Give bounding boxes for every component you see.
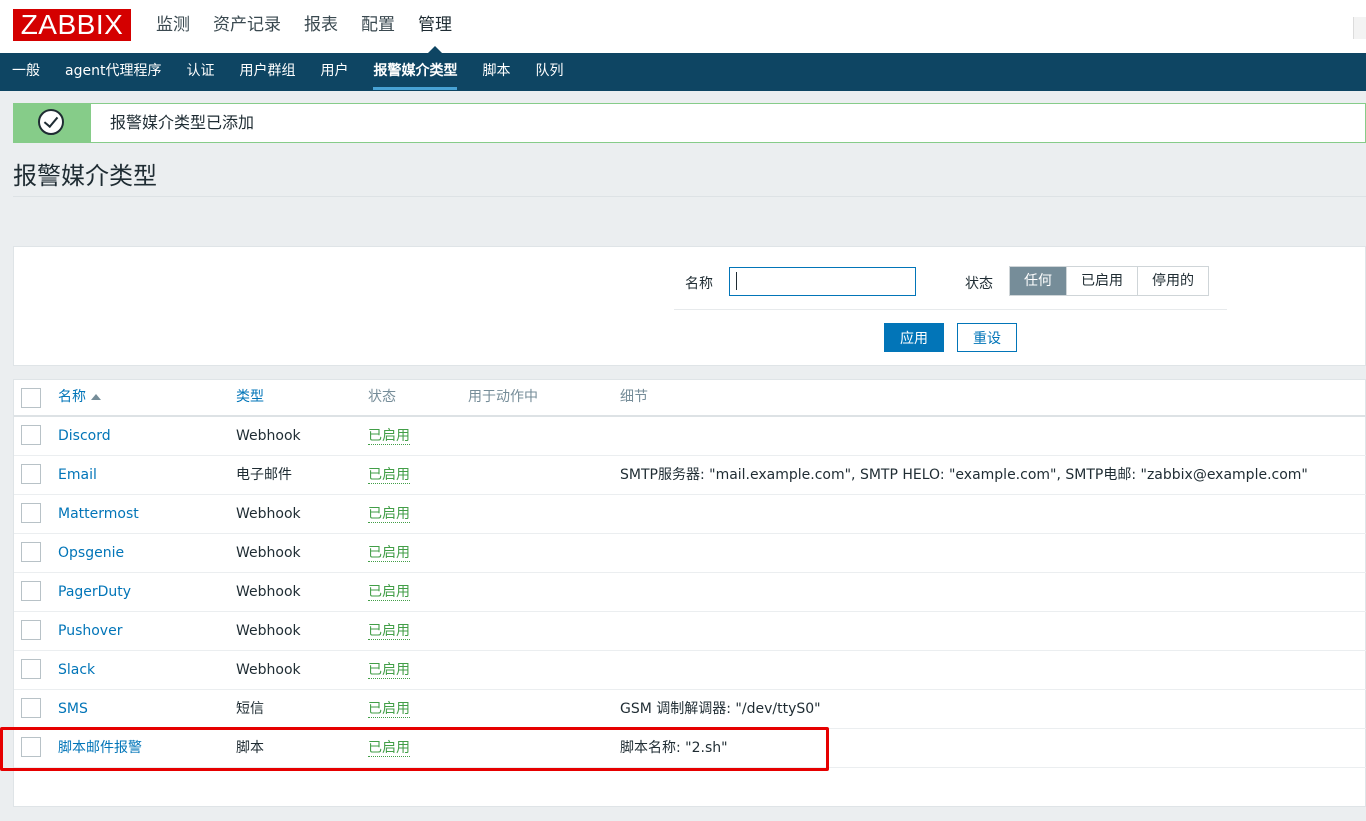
- media-type-type: Webhook: [236, 545, 301, 561]
- status-toggle[interactable]: 已启用: [368, 545, 410, 562]
- title-divider: [13, 196, 1366, 197]
- main-nav-configuration[interactable]: 配置: [361, 0, 395, 53]
- sort-asc-icon: [91, 394, 101, 400]
- header-name-label: 名称: [58, 389, 86, 405]
- row-checkbox[interactable]: [21, 698, 41, 718]
- status-toggle[interactable]: 已启用: [368, 506, 410, 523]
- row-checkbox[interactable]: [21, 620, 41, 640]
- filter-panel: 名称 状态 任何 已启用 停用的 应用 重设: [13, 246, 1366, 366]
- page-title: 报警媒介类型: [13, 162, 157, 190]
- filter-divider: [674, 309, 1227, 310]
- status-filter-label: 状态: [965, 276, 993, 292]
- status-option-any[interactable]: 任何: [1010, 267, 1066, 295]
- table-row: Mattermost Webhook 已启用: [14, 495, 1366, 534]
- table-row: Pushover Webhook 已启用: [14, 612, 1366, 651]
- check-icon: [38, 109, 64, 135]
- status-toggle[interactable]: 已启用: [368, 467, 410, 484]
- status-option-enabled[interactable]: 已启用: [1066, 267, 1137, 295]
- status-toggle[interactable]: 已启用: [368, 662, 410, 679]
- top-header: ZABBIX 监测 资产记录 报表 配置 管理: [0, 0, 1366, 53]
- zabbix-logo[interactable]: ZABBIX: [13, 9, 131, 41]
- reset-button[interactable]: 重设: [957, 323, 1017, 352]
- main-nav-monitoring[interactable]: 监测: [156, 0, 190, 53]
- media-type-type: Webhook: [236, 506, 301, 522]
- media-type-name-link[interactable]: Discord: [58, 417, 111, 455]
- main-nav-administration[interactable]: 管理: [418, 0, 452, 53]
- row-checkbox[interactable]: [21, 464, 41, 484]
- row-checkbox[interactable]: [21, 503, 41, 523]
- table-row: Opsgenie Webhook 已启用: [14, 534, 1366, 573]
- highlight-box: [0, 727, 829, 771]
- sub-nav-media-types[interactable]: 报警媒介类型: [373, 53, 458, 91]
- success-icon-box: [14, 104, 91, 142]
- status-toggle[interactable]: 已启用: [368, 584, 410, 601]
- table-row: SMS 短信 已启用 GSM 调制解调器: "/dev/ttyS0": [14, 690, 1366, 729]
- sub-nav-authentication[interactable]: 认证: [186, 53, 214, 91]
- header-search-edge[interactable]: [1353, 17, 1366, 39]
- media-type-name-link[interactable]: Opsgenie: [58, 534, 124, 572]
- table-row: PagerDuty Webhook 已启用: [14, 573, 1366, 612]
- success-message: 报警媒介类型已添加: [13, 103, 1366, 143]
- apply-button[interactable]: 应用: [884, 323, 944, 352]
- media-type-details: SMTP服务器: "mail.example.com", SMTP HELO: …: [620, 467, 1308, 483]
- media-type-name-link[interactable]: Mattermost: [58, 495, 139, 533]
- media-type-name-link[interactable]: Email: [58, 456, 97, 494]
- media-type-type: Webhook: [236, 623, 301, 639]
- name-filter-input[interactable]: [729, 267, 916, 296]
- row-checkbox[interactable]: [21, 659, 41, 679]
- header-status: 状态: [368, 389, 396, 405]
- status-filter-segmented: 任何 已启用 停用的: [1009, 266, 1209, 296]
- sub-nav-queue[interactable]: 队列: [535, 53, 563, 91]
- row-checkbox[interactable]: [21, 581, 41, 601]
- header-type[interactable]: 类型: [236, 380, 264, 415]
- table-row: Slack Webhook 已启用: [14, 651, 1366, 690]
- sub-nav-users[interactable]: 用户: [320, 53, 348, 91]
- table-row: Discord Webhook 已启用: [14, 417, 1366, 456]
- media-type-name-link[interactable]: PagerDuty: [58, 573, 131, 611]
- main-nav-inventory[interactable]: 资产记录: [213, 0, 281, 53]
- sub-nav-scripts[interactable]: 脚本: [482, 53, 510, 91]
- sub-nav: 一般 agent代理程序 认证 用户群组 用户 报警媒介类型 脚本 队列: [0, 53, 1366, 91]
- success-message-text: 报警媒介类型已添加: [110, 113, 255, 132]
- row-checkbox[interactable]: [21, 425, 41, 445]
- header-name[interactable]: 名称: [58, 380, 101, 415]
- media-type-name-link[interactable]: SMS: [58, 690, 88, 728]
- media-type-type: 短信: [236, 701, 264, 717]
- table-header-row: 名称 类型 状态 用于动作中 细节: [14, 380, 1366, 417]
- media-type-type: Webhook: [236, 662, 301, 678]
- main-nav: 监测 资产记录 报表 配置 管理: [156, 0, 475, 53]
- sub-nav-general[interactable]: 一般: [12, 53, 40, 91]
- select-all-checkbox[interactable]: [21, 388, 41, 408]
- header-used-in-actions: 用于动作中: [468, 389, 538, 405]
- sub-nav-proxies[interactable]: agent代理程序: [65, 53, 161, 91]
- media-type-type: 电子邮件: [236, 467, 292, 483]
- media-type-name-link[interactable]: Slack: [58, 651, 95, 689]
- status-toggle[interactable]: 已启用: [368, 623, 410, 640]
- status-toggle[interactable]: 已启用: [368, 701, 410, 718]
- status-toggle[interactable]: 已启用: [368, 428, 410, 445]
- media-type-type: Webhook: [236, 428, 301, 444]
- media-type-type: Webhook: [236, 584, 301, 600]
- table-row: Email 电子邮件 已启用 SMTP服务器: "mail.example.co…: [14, 456, 1366, 495]
- main-nav-reports[interactable]: 报表: [304, 0, 338, 53]
- row-checkbox[interactable]: [21, 542, 41, 562]
- status-option-disabled[interactable]: 停用的: [1137, 267, 1208, 295]
- header-details: 细节: [620, 389, 648, 405]
- media-type-details: GSM 调制解调器: "/dev/ttyS0": [620, 701, 821, 717]
- text-cursor: [736, 272, 737, 290]
- media-type-name-link[interactable]: Pushover: [58, 612, 122, 650]
- name-filter-label: 名称: [685, 276, 713, 292]
- sub-nav-user-groups[interactable]: 用户群组: [239, 53, 295, 91]
